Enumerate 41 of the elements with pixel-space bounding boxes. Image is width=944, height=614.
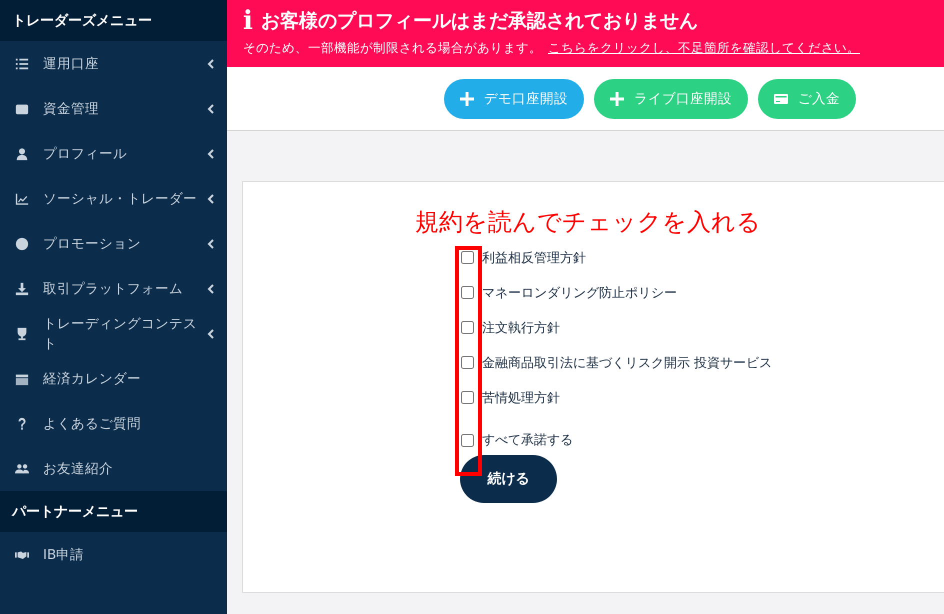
- checkbox[interactable]: [461, 286, 474, 299]
- alert-title: お客様のプロフィールはまだ承認されておりません: [260, 9, 698, 34]
- continue-button[interactable]: 続ける: [460, 455, 557, 503]
- sidebar-item[interactable]: よくあるご質問: [0, 401, 227, 446]
- plus-icon: [610, 92, 624, 106]
- card-icon: [774, 92, 788, 106]
- checkbox[interactable]: [461, 434, 474, 446]
- agreement-label: 苦情処理方針: [482, 390, 560, 406]
- agreement-label: マネーロンダリング防止ポリシー: [482, 284, 677, 302]
- checkbox[interactable]: [461, 251, 474, 264]
- sidebar-item[interactable]: 運用口座: [0, 41, 227, 86]
- alert-message: そのため、一部機能が制限される場合があります。 こちらをクリックし、不足箇所を確認してください。: [243, 40, 861, 57]
- agreement-label: 注文執行方針: [482, 320, 560, 336]
- info-icon: i: [243, 8, 253, 34]
- sidebar-item[interactable]: 資金管理: [0, 86, 227, 131]
- chevron-icon: [207, 104, 215, 114]
- accept-all-label: すべて承諾する: [482, 432, 573, 449]
- chevron-icon: [207, 328, 215, 338]
- checkbox[interactable]: [461, 391, 474, 404]
- agreement-label: 利益相反管理方針: [482, 250, 586, 266]
- annotation-text: 規約を読んでチェックを入れる: [415, 207, 762, 238]
- profile-link[interactable]: こちらをクリックし、不足箇所を確認してください。: [548, 40, 860, 55]
- chevron-icon: [207, 58, 215, 68]
- chevron-icon: [207, 238, 215, 248]
- sidebar-item[interactable]: 取引プラットフォーム: [0, 266, 227, 311]
- sidebar-item[interactable]: 経済カレンダー: [0, 356, 227, 401]
- sidebar-item[interactable]: ソーシャル・トレーダー: [0, 176, 227, 221]
- menu-section-title: トレーダーズメニュー: [0, 0, 227, 41]
- chevron-icon: [207, 148, 215, 158]
- menu-section-title: パートナーメニュー: [0, 491, 227, 532]
- plus-icon: [460, 92, 474, 106]
- sidebar-item[interactable]: IB申請: [0, 532, 227, 577]
- chevron-icon: [207, 194, 215, 204]
- sidebar-item[interactable]: トレーディングコンテスト: [0, 311, 227, 356]
- sidebar-item[interactable]: プロモーション: [0, 221, 227, 266]
- sidebar-item[interactable]: プロフィール: [0, 131, 227, 176]
- checkbox[interactable]: [461, 356, 474, 369]
- sidebar-item[interactable]: お友達紹介: [0, 446, 227, 491]
- checkbox[interactable]: [461, 321, 474, 334]
- chevron-icon: [207, 284, 215, 294]
- agreement-label: 金融商品取引法に基づくリスク開示 投資サービス: [482, 354, 772, 372]
